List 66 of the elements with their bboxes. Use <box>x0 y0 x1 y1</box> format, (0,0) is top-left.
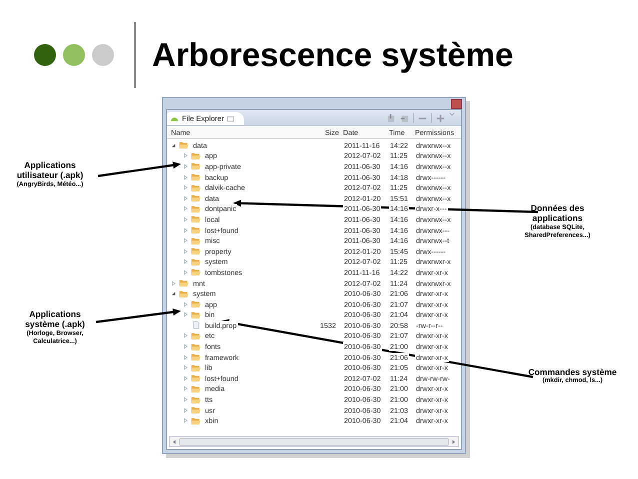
annotation-heading: Commandes système <box>527 367 618 377</box>
expanded-arrow-icon[interactable] <box>171 291 176 296</box>
file-icon <box>191 321 201 330</box>
collapsed-arrow-icon[interactable] <box>183 333 188 338</box>
folder-icon <box>191 173 201 182</box>
collapsed-arrow-icon[interactable] <box>183 418 188 424</box>
folder-icon <box>191 342 201 351</box>
collapsed-arrow-icon[interactable] <box>183 376 188 381</box>
folder-icon <box>191 268 201 276</box>
folder-icon <box>191 300 201 308</box>
collapsed-arrow-icon[interactable] <box>183 397 188 402</box>
collapsed-arrow-icon[interactable] <box>183 408 188 413</box>
folder-icon <box>191 258 201 266</box>
folder-icon <box>191 416 201 425</box>
bullet-dot-icon <box>92 44 114 66</box>
collapsed-arrow-icon[interactable] <box>183 248 188 254</box>
folder-icon <box>179 290 189 298</box>
collapsed-arrow-icon[interactable] <box>183 196 188 201</box>
annotation-heading: Applications utilisateur (.apk) <box>16 160 84 181</box>
folder-icon <box>191 310 201 319</box>
folder-icon <box>191 215 201 224</box>
tab-close-icon[interactable] <box>227 116 234 122</box>
collapsed-arrow-icon[interactable] <box>183 270 188 275</box>
collapsed-arrow-icon[interactable] <box>183 174 188 180</box>
folder-icon <box>191 226 201 234</box>
folder-icon <box>191 396 201 404</box>
folder-icon <box>191 384 201 393</box>
collapsed-arrow-icon[interactable] <box>183 386 188 392</box>
collapsed-arrow-icon[interactable] <box>183 206 188 212</box>
folder-icon <box>191 364 201 372</box>
collapsed-arrow-icon[interactable] <box>183 312 188 318</box>
collapsed-arrow-icon[interactable] <box>183 354 188 360</box>
plus-icon[interactable] <box>436 114 445 122</box>
collapsed-arrow-icon[interactable] <box>183 228 188 233</box>
collapsed-arrow-icon[interactable] <box>183 365 188 370</box>
collapsed-arrow-icon[interactable] <box>183 153 188 158</box>
close-icon[interactable] <box>451 98 462 108</box>
collapsed-arrow-icon[interactable] <box>183 164 188 169</box>
folder-icon <box>179 141 189 150</box>
collapsed-arrow-icon[interactable] <box>183 238 188 244</box>
folder-icon <box>191 332 201 340</box>
collapsed-arrow-icon[interactable] <box>183 185 188 190</box>
folder-icon <box>191 374 201 382</box>
folder-icon <box>179 279 189 288</box>
folder-icon <box>191 152 201 160</box>
collapsed-arrow-icon[interactable] <box>183 302 188 307</box>
collapsed-arrow-icon[interactable] <box>183 216 188 222</box>
folder-icon <box>191 406 201 414</box>
slide-title: Arborescence système <box>152 36 514 74</box>
folder-icon <box>191 204 201 213</box>
folder-icon <box>191 236 201 245</box>
folder-icon <box>191 184 201 192</box>
annotation-heading: Applications système (.apk) <box>24 309 86 330</box>
collapsed-arrow-icon[interactable] <box>183 344 188 350</box>
bullet-dot-icon <box>63 44 85 66</box>
view-menu-icon[interactable] <box>449 112 455 117</box>
folder-icon <box>191 194 201 202</box>
folder-icon <box>191 353 201 362</box>
collapsed-arrow-icon[interactable] <box>183 259 188 264</box>
annotation-heading: Données des applications <box>530 203 586 224</box>
folder-icon <box>191 247 201 256</box>
expanded-arrow-icon[interactable] <box>171 142 176 148</box>
horizontal-scrollbar[interactable] <box>169 436 459 447</box>
bullet-dot-icon <box>34 44 56 66</box>
collapsed-arrow-icon[interactable] <box>171 280 176 286</box>
folder-icon <box>191 162 201 170</box>
